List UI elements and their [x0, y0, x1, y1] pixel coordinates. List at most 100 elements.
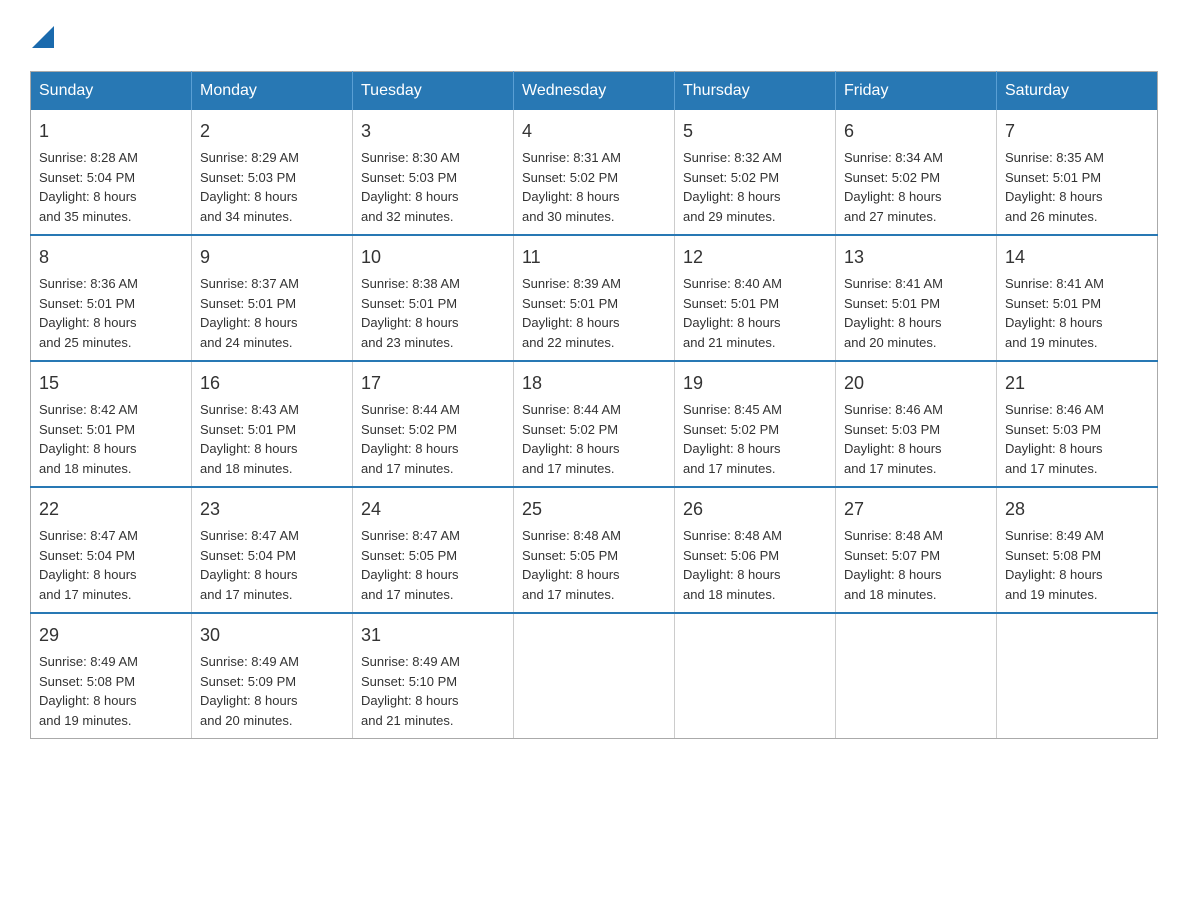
logo	[30, 20, 54, 51]
calendar-cell: 29 Sunrise: 8:49 AMSunset: 5:08 PMDayligh…	[31, 613, 192, 739]
day-number: 23	[200, 496, 344, 523]
day-number: 11	[522, 244, 666, 271]
calendar-week-row: 15 Sunrise: 8:42 AMSunset: 5:01 PMDayligh…	[31, 361, 1158, 487]
calendar-cell: 14 Sunrise: 8:41 AMSunset: 5:01 PMDayligh…	[997, 235, 1158, 361]
day-number: 19	[683, 370, 827, 397]
day-info: Sunrise: 8:48 AMSunset: 5:06 PMDaylight:…	[683, 528, 782, 602]
day-info: Sunrise: 8:37 AMSunset: 5:01 PMDaylight:…	[200, 276, 299, 350]
calendar-cell: 20 Sunrise: 8:46 AMSunset: 5:03 PMDayligh…	[836, 361, 997, 487]
calendar-cell: 9 Sunrise: 8:37 AMSunset: 5:01 PMDaylight…	[192, 235, 353, 361]
calendar-table: SundayMondayTuesdayWednesdayThursdayFrid…	[30, 71, 1158, 739]
day-info: Sunrise: 8:35 AMSunset: 5:01 PMDaylight:…	[1005, 150, 1104, 224]
logo-triangle-icon	[32, 26, 54, 48]
calendar-cell: 21 Sunrise: 8:46 AMSunset: 5:03 PMDayligh…	[997, 361, 1158, 487]
day-info: Sunrise: 8:36 AMSunset: 5:01 PMDaylight:…	[39, 276, 138, 350]
calendar-cell: 30 Sunrise: 8:49 AMSunset: 5:09 PMDayligh…	[192, 613, 353, 739]
calendar-cell: 19 Sunrise: 8:45 AMSunset: 5:02 PMDayligh…	[675, 361, 836, 487]
day-info: Sunrise: 8:44 AMSunset: 5:02 PMDaylight:…	[522, 402, 621, 476]
calendar-cell: 1 Sunrise: 8:28 AMSunset: 5:04 PMDaylight…	[31, 110, 192, 235]
day-number: 28	[1005, 496, 1149, 523]
calendar-cell: 5 Sunrise: 8:32 AMSunset: 5:02 PMDaylight…	[675, 110, 836, 235]
day-number: 17	[361, 370, 505, 397]
calendar-cell	[836, 613, 997, 739]
day-info: Sunrise: 8:44 AMSunset: 5:02 PMDaylight:…	[361, 402, 460, 476]
day-number: 13	[844, 244, 988, 271]
day-info: Sunrise: 8:38 AMSunset: 5:01 PMDaylight:…	[361, 276, 460, 350]
day-number: 26	[683, 496, 827, 523]
day-number: 20	[844, 370, 988, 397]
day-info: Sunrise: 8:47 AMSunset: 5:05 PMDaylight:…	[361, 528, 460, 602]
day-number: 2	[200, 118, 344, 145]
day-info: Sunrise: 8:42 AMSunset: 5:01 PMDaylight:…	[39, 402, 138, 476]
calendar-cell: 24 Sunrise: 8:47 AMSunset: 5:05 PMDayligh…	[353, 487, 514, 613]
calendar-cell: 2 Sunrise: 8:29 AMSunset: 5:03 PMDaylight…	[192, 110, 353, 235]
day-number: 29	[39, 622, 183, 649]
calendar-cell: 25 Sunrise: 8:48 AMSunset: 5:05 PMDayligh…	[514, 487, 675, 613]
calendar-week-row: 29 Sunrise: 8:49 AMSunset: 5:08 PMDayligh…	[31, 613, 1158, 739]
calendar-cell: 16 Sunrise: 8:43 AMSunset: 5:01 PMDayligh…	[192, 361, 353, 487]
day-number: 25	[522, 496, 666, 523]
day-info: Sunrise: 8:49 AMSunset: 5:10 PMDaylight:…	[361, 654, 460, 728]
day-info: Sunrise: 8:34 AMSunset: 5:02 PMDaylight:…	[844, 150, 943, 224]
day-info: Sunrise: 8:49 AMSunset: 5:09 PMDaylight:…	[200, 654, 299, 728]
day-info: Sunrise: 8:49 AMSunset: 5:08 PMDaylight:…	[39, 654, 138, 728]
day-number: 15	[39, 370, 183, 397]
weekday-header-thursday: Thursday	[675, 72, 836, 111]
calendar-cell: 31 Sunrise: 8:49 AMSunset: 5:10 PMDayligh…	[353, 613, 514, 739]
day-info: Sunrise: 8:32 AMSunset: 5:02 PMDaylight:…	[683, 150, 782, 224]
calendar-header-row: SundayMondayTuesdayWednesdayThursdayFrid…	[31, 72, 1158, 111]
calendar-cell: 6Sunrise: 8:34 AMSunset: 5:02 PMDaylight…	[836, 110, 997, 235]
day-number: 14	[1005, 244, 1149, 271]
day-info: Sunrise: 8:43 AMSunset: 5:01 PMDaylight:…	[200, 402, 299, 476]
calendar-cell: 10 Sunrise: 8:38 AMSunset: 5:01 PMDayligh…	[353, 235, 514, 361]
day-number: 5	[683, 118, 827, 145]
weekday-header-monday: Monday	[192, 72, 353, 111]
calendar-cell: 4 Sunrise: 8:31 AMSunset: 5:02 PMDaylight…	[514, 110, 675, 235]
day-info: Sunrise: 8:41 AMSunset: 5:01 PMDaylight:…	[844, 276, 943, 350]
calendar-cell: 18Sunrise: 8:44 AMSunset: 5:02 PMDayligh…	[514, 361, 675, 487]
day-info: Sunrise: 8:45 AMSunset: 5:02 PMDaylight:…	[683, 402, 782, 476]
day-number: 22	[39, 496, 183, 523]
day-info: Sunrise: 8:29 AMSunset: 5:03 PMDaylight:…	[200, 150, 299, 224]
calendar-week-row: 22 Sunrise: 8:47 AMSunset: 5:04 PMDayligh…	[31, 487, 1158, 613]
weekday-header-wednesday: Wednesday	[514, 72, 675, 111]
day-info: Sunrise: 8:46 AMSunset: 5:03 PMDaylight:…	[844, 402, 943, 476]
day-info: Sunrise: 8:31 AMSunset: 5:02 PMDaylight:…	[522, 150, 621, 224]
day-number: 1	[39, 118, 183, 145]
day-number: 3	[361, 118, 505, 145]
weekday-header-sunday: Sunday	[31, 72, 192, 111]
day-info: Sunrise: 8:47 AMSunset: 5:04 PMDaylight:…	[39, 528, 138, 602]
day-number: 30	[200, 622, 344, 649]
day-number: 4	[522, 118, 666, 145]
calendar-cell: 23 Sunrise: 8:47 AMSunset: 5:04 PMDayligh…	[192, 487, 353, 613]
day-info: Sunrise: 8:46 AMSunset: 5:03 PMDaylight:…	[1005, 402, 1104, 476]
day-info: Sunrise: 8:49 AMSunset: 5:08 PMDaylight:…	[1005, 528, 1104, 602]
day-number: 8	[39, 244, 183, 271]
calendar-cell: 7 Sunrise: 8:35 AMSunset: 5:01 PMDaylight…	[997, 110, 1158, 235]
weekday-header-friday: Friday	[836, 72, 997, 111]
day-info: Sunrise: 8:39 AMSunset: 5:01 PMDaylight:…	[522, 276, 621, 350]
day-number: 9	[200, 244, 344, 271]
calendar-cell: 11 Sunrise: 8:39 AMSunset: 5:01 PMDayligh…	[514, 235, 675, 361]
calendar-cell: 22 Sunrise: 8:47 AMSunset: 5:04 PMDayligh…	[31, 487, 192, 613]
day-number: 24	[361, 496, 505, 523]
calendar-cell: 17 Sunrise: 8:44 AMSunset: 5:02 PMDayligh…	[353, 361, 514, 487]
page-header	[30, 20, 1158, 51]
day-info: Sunrise: 8:48 AMSunset: 5:07 PMDaylight:…	[844, 528, 943, 602]
day-number: 16	[200, 370, 344, 397]
day-number: 31	[361, 622, 505, 649]
calendar-cell: 28 Sunrise: 8:49 AMSunset: 5:08 PMDayligh…	[997, 487, 1158, 613]
day-number: 21	[1005, 370, 1149, 397]
calendar-cell: 12Sunrise: 8:40 AMSunset: 5:01 PMDayligh…	[675, 235, 836, 361]
day-info: Sunrise: 8:41 AMSunset: 5:01 PMDaylight:…	[1005, 276, 1104, 350]
day-number: 10	[361, 244, 505, 271]
calendar-cell	[675, 613, 836, 739]
weekday-header-saturday: Saturday	[997, 72, 1158, 111]
day-info: Sunrise: 8:48 AMSunset: 5:05 PMDaylight:…	[522, 528, 621, 602]
day-info: Sunrise: 8:47 AMSunset: 5:04 PMDaylight:…	[200, 528, 299, 602]
day-info: Sunrise: 8:28 AMSunset: 5:04 PMDaylight:…	[39, 150, 138, 224]
calendar-week-row: 8 Sunrise: 8:36 AMSunset: 5:01 PMDaylight…	[31, 235, 1158, 361]
day-number: 7	[1005, 118, 1149, 145]
calendar-cell: 27Sunrise: 8:48 AMSunset: 5:07 PMDayligh…	[836, 487, 997, 613]
calendar-cell: 13 Sunrise: 8:41 AMSunset: 5:01 PMDayligh…	[836, 235, 997, 361]
